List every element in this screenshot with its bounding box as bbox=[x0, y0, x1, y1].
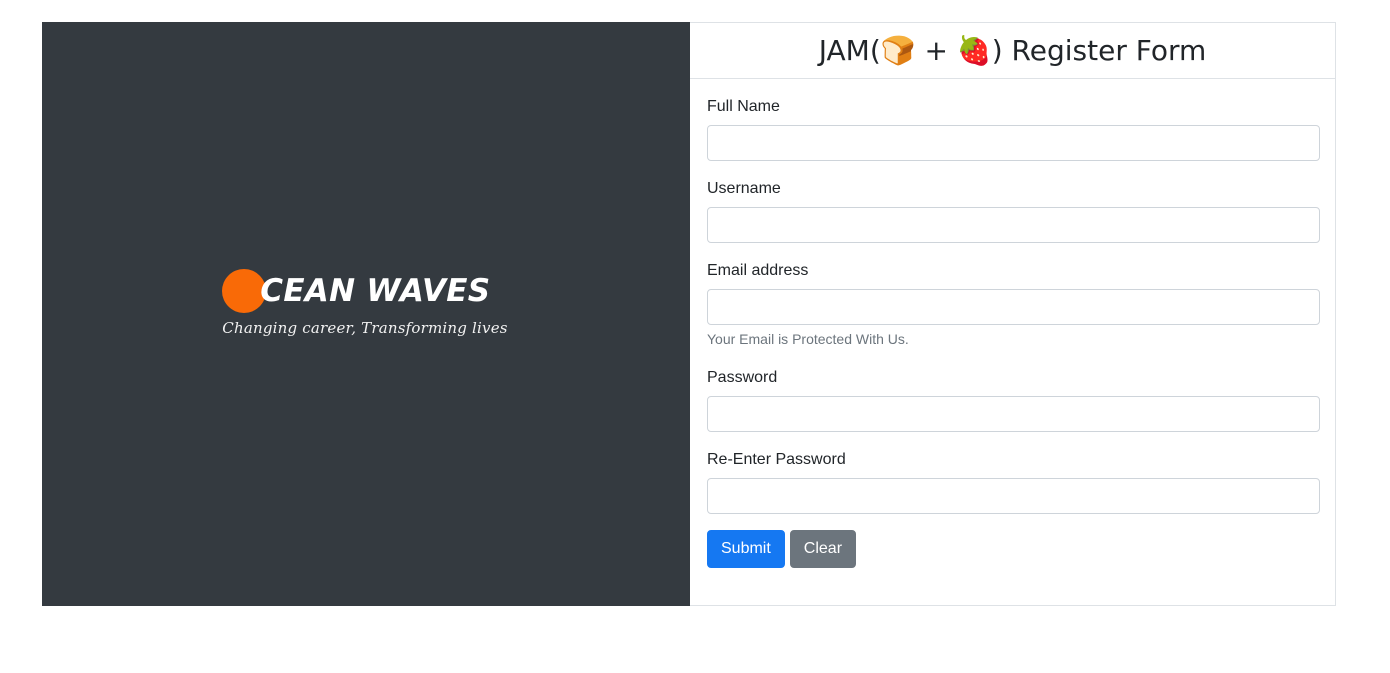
confirm-password-input[interactable] bbox=[707, 477, 1320, 514]
label-email: Email address bbox=[707, 262, 809, 279]
button-row: Submit Clear bbox=[707, 529, 1319, 568]
label-full-name: Full Name bbox=[707, 98, 780, 115]
brand-lockup: CEAN WAVES Changing career, Transforming… bbox=[222, 269, 509, 337]
clear-button[interactable]: Clear bbox=[789, 529, 857, 568]
page-title: JAM(🍞 + 🍓) Register Form bbox=[818, 33, 1207, 67]
form-group-full-name: Full Name bbox=[707, 95, 1320, 161]
password-input[interactable] bbox=[707, 395, 1320, 432]
form-group-confirm-password: Re-Enter Password bbox=[707, 448, 1320, 514]
card-header: JAM(🍞 + 🍓) Register Form bbox=[690, 23, 1335, 79]
card-body: Full Name Username Email address Your Em… bbox=[690, 79, 1335, 605]
email-input[interactable] bbox=[707, 289, 1320, 325]
register-page: CEAN WAVES Changing career, Transforming… bbox=[0, 0, 1390, 673]
promo-panel: CEAN WAVES Changing career, Transforming… bbox=[42, 22, 690, 606]
brand-name: CEAN WAVES bbox=[260, 272, 491, 309]
label-username: Username bbox=[707, 180, 781, 197]
register-form-card: JAM(🍞 + 🍓) Register Form Full Name Usern… bbox=[690, 22, 1336, 606]
form-group-email: Email address Your Email is Protected Wi… bbox=[707, 259, 1320, 350]
brand-tagline: Changing career, Transforming lives bbox=[222, 319, 508, 337]
form-group-username: Username bbox=[707, 177, 1320, 243]
label-password: Password bbox=[707, 368, 778, 386]
form-group-password: Password bbox=[707, 366, 1320, 432]
label-confirm-password: Re-Enter Password bbox=[707, 450, 846, 468]
username-input[interactable] bbox=[707, 207, 1320, 243]
brand-row: CEAN WAVES bbox=[222, 269, 509, 313]
full-name-input[interactable] bbox=[707, 125, 1320, 161]
submit-button[interactable]: Submit bbox=[707, 529, 785, 568]
email-help-text: Your Email is Protected With Us. bbox=[707, 331, 909, 347]
